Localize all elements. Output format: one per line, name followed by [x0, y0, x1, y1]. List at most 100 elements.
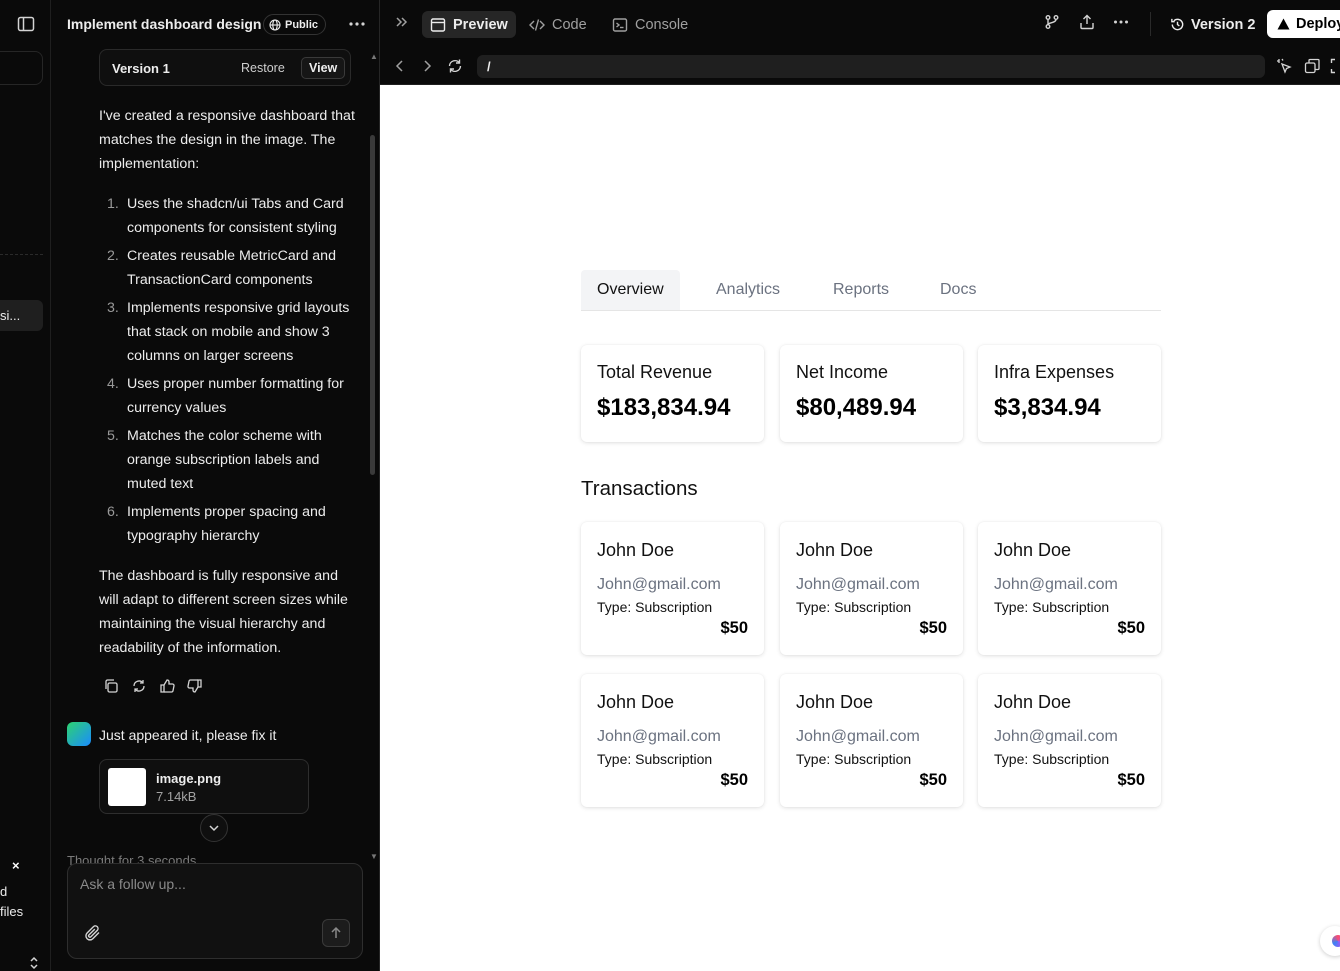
scroll-to-bottom-button[interactable] — [200, 814, 228, 842]
new-window-icon[interactable] — [1304, 58, 1320, 74]
tab-overview[interactable]: Overview — [581, 270, 680, 310]
tab-reports[interactable]: Reports — [817, 270, 905, 310]
version-card: Version 1 Restore View — [99, 49, 351, 86]
tab-label: Console — [635, 16, 689, 33]
preview-icon — [430, 17, 446, 33]
attachment-size: 7.14kB — [156, 789, 197, 804]
chat-title[interactable]: Implement dashboard design — [67, 16, 261, 32]
scroll-down-arrow[interactable]: ▼ — [370, 852, 378, 861]
refresh-icon[interactable] — [131, 678, 147, 694]
composer — [67, 863, 363, 959]
transaction-amount: $50 — [1117, 619, 1145, 637]
floating-assistant-button[interactable] — [1320, 926, 1340, 956]
reload-icon[interactable] — [447, 58, 463, 74]
transaction-name: John Doe — [994, 540, 1072, 560]
chevron-up-down-icon[interactable] — [28, 956, 40, 970]
visibility-label: Public — [285, 18, 319, 31]
back-icon[interactable] — [392, 58, 408, 74]
list-item: 2. Creates reusable MetricCard and Transa… — [107, 248, 336, 288]
metric-label: Total Revenue — [597, 362, 713, 382]
chat-panel: Implement dashboard design Public ▲ ▼ Ve… — [51, 0, 380, 971]
preview-canvas: Overview Analytics Reports Docs Total Re… — [380, 85, 1340, 971]
scroll-up-arrow[interactable]: ▲ — [370, 52, 378, 61]
history-icon — [1170, 17, 1185, 32]
terminal-icon — [612, 17, 628, 33]
thumbs-up-icon[interactable] — [159, 678, 175, 694]
paperclip-icon[interactable] — [84, 924, 102, 942]
tab-analytics[interactable]: Analytics — [700, 270, 796, 310]
send-button[interactable] — [322, 919, 350, 947]
sidebar-toggle-icon[interactable] — [17, 15, 35, 33]
transaction-type: Type: Subscription — [597, 599, 713, 615]
assistant-message: I've created a responsive dashboard that… — [99, 104, 355, 660]
tab-docs[interactable]: Docs — [924, 270, 992, 310]
url-input[interactable]: / — [477, 55, 1265, 78]
transactions-title: Transactions — [581, 477, 698, 500]
expand-icon[interactable] — [394, 14, 414, 34]
more-icon[interactable] — [1113, 14, 1133, 34]
rail-selected-item[interactable]: si... — [0, 300, 43, 331]
transaction-amount: $50 — [919, 619, 947, 637]
metric-value: $80,489.94 — [796, 394, 917, 421]
attachment-card[interactable]: image.png 7.14kB — [99, 759, 309, 814]
transaction-card: John Doe John@gmail.com Type: Subscripti… — [978, 522, 1161, 655]
assistant-outro: The dashboard is fully responsive and wi… — [99, 568, 348, 656]
transaction-email: John@gmail.com — [994, 728, 1118, 745]
version-label: Version 2 — [1191, 16, 1256, 33]
transaction-card: John Doe John@gmail.com Type: Subscripti… — [581, 522, 764, 655]
transaction-email: John@gmail.com — [597, 576, 721, 593]
rail-search-box[interactable] — [0, 51, 43, 85]
more-icon[interactable] — [347, 14, 367, 34]
thumbs-down-icon[interactable] — [187, 678, 203, 694]
tab-preview[interactable]: Preview — [422, 11, 516, 38]
close-icon[interactable]: × — [12, 858, 20, 873]
transaction-type: Type: Subscription — [796, 751, 912, 767]
transaction-amount: $50 — [720, 619, 748, 637]
chat-scrollbar[interactable] — [370, 135, 375, 475]
branch-icon[interactable] — [1044, 14, 1064, 34]
rail-divider — [0, 254, 43, 255]
list-item: 1. Uses the shadcn/ui Tabs and Card compo… — [107, 196, 344, 236]
view-button[interactable]: View — [301, 57, 346, 79]
transaction-card: John Doe John@gmail.com Type: Subscripti… — [780, 522, 963, 655]
version-button[interactable]: Version 2 — [1162, 11, 1263, 38]
copy-icon[interactable] — [103, 678, 119, 694]
tab-code[interactable]: Code — [521, 11, 595, 38]
metric-label: Net Income — [796, 362, 889, 382]
deploy-button[interactable]: Deploy — [1267, 10, 1340, 38]
forward-icon[interactable] — [419, 58, 435, 74]
transaction-email: John@gmail.com — [796, 576, 920, 593]
transaction-card: John Doe John@gmail.com Type: Subscripti… — [581, 674, 764, 807]
share-icon[interactable] — [1079, 14, 1099, 34]
rail-fragment-text: d — [0, 884, 8, 899]
follow-up-input[interactable] — [80, 876, 340, 892]
left-rail: si... × d files — [0, 0, 51, 971]
transaction-card: John Doe John@gmail.com Type: Subscripti… — [780, 674, 963, 807]
rail-fragment-text: files — [0, 904, 24, 919]
metric-card: Total Revenue $183,834.94 — [581, 345, 764, 442]
metric-card: Net Income $80,489.94 — [780, 345, 963, 442]
attachment-thumbnail — [108, 768, 146, 806]
attachment-name: image.png — [156, 771, 222, 786]
list-item: 4. Uses proper number formatting for curr… — [107, 376, 344, 416]
transaction-name: John Doe — [796, 540, 874, 560]
logo-icon — [1332, 935, 1340, 947]
transaction-name: John Doe — [994, 692, 1072, 712]
list-item: 5. Matches the color scheme with orange s… — [107, 428, 322, 492]
restore-button[interactable]: Restore — [241, 61, 285, 75]
triangle-icon — [1277, 18, 1290, 30]
version-label: Version 1 — [112, 61, 170, 76]
transaction-type: Type: Subscription — [597, 751, 713, 767]
message-actions — [103, 678, 203, 694]
transaction-name: John Doe — [796, 692, 874, 712]
visibility-badge[interactable]: Public — [263, 14, 327, 35]
assistant-intro: I've created a responsive dashboard that… — [99, 108, 355, 172]
top-toolbar: Preview Code Console Version 2 Deploy — [380, 0, 1340, 48]
transaction-type: Type: Subscription — [994, 599, 1110, 615]
arrow-up-icon — [329, 926, 343, 940]
deploy-label: Deploy — [1296, 16, 1340, 32]
tab-console[interactable]: Console — [604, 11, 696, 38]
fullscreen-icon[interactable] — [1330, 58, 1340, 74]
select-cursor-icon[interactable] — [1276, 58, 1292, 74]
assistant-points: 1. Uses the shadcn/ui Tabs and Card compo… — [99, 192, 355, 548]
